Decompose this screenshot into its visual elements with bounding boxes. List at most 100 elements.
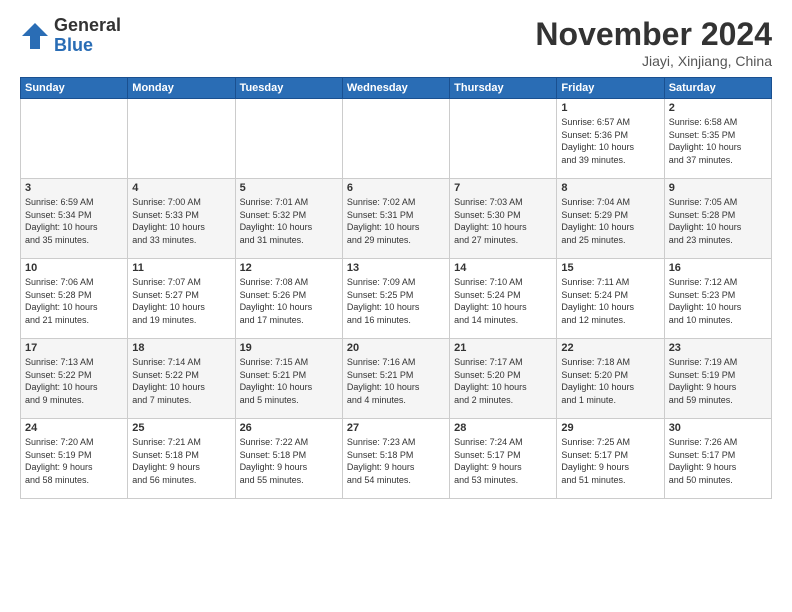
calendar-cell: 23 Sunrise: 7:19 AMSunset: 5:19 PMDayligh… [664,339,771,419]
day-info: Sunrise: 7:03 AMSunset: 5:30 PMDaylight:… [454,196,552,246]
day-number: 27 [347,422,445,434]
day-info: Sunrise: 7:23 AMSunset: 5:18 PMDaylight:… [347,436,445,486]
day-info: Sunrise: 7:14 AMSunset: 5:22 PMDaylight:… [132,356,230,406]
day-number: 11 [132,262,230,274]
calendar-cell: 26Sunrise: 7:22 AMSunset: 5:18 PMDayligh… [235,419,342,499]
calendar-cell: 30 Sunrise: 7:26 AMSunset: 5:17 PMDayligh… [664,419,771,499]
calendar-header: SundayMondayTuesdayWednesdayThursdayFrid… [21,78,772,99]
day-number: 19 [240,342,338,354]
day-info: Sunrise: 7:19 AMSunset: 5:19 PMDaylight:… [669,356,767,406]
logo-icon [20,21,50,51]
day-number: 29 [561,422,659,434]
calendar-cell: 22Sunrise: 7:18 AMSunset: 5:20 PMDayligh… [557,339,664,419]
week-row-2: 3 Sunrise: 6:59 AMSunset: 5:34 PMDaylight… [21,179,772,259]
calendar-table: SundayMondayTuesdayWednesdayThursdayFrid… [20,77,772,499]
location: Jiayi, Xinjiang, China [535,53,772,69]
day-info: Sunrise: 7:20 AMSunset: 5:19 PMDaylight:… [25,436,123,486]
calendar-cell: 10 Sunrise: 7:06 AMSunset: 5:28 PMDayligh… [21,259,128,339]
day-info: Sunrise: 6:58 AMSunset: 5:35 PMDaylight:… [669,116,767,166]
day-info: Sunrise: 7:26 AMSunset: 5:17 PMDaylight:… [669,436,767,486]
day-number: 18 [132,342,230,354]
calendar-cell: 4 Sunrise: 7:00 AMSunset: 5:33 PMDaylight… [128,179,235,259]
calendar-cell: 24 Sunrise: 7:20 AMSunset: 5:19 PMDayligh… [21,419,128,499]
day-number: 1 [561,102,659,114]
day-number: 3 [25,182,123,194]
day-number: 6 [347,182,445,194]
day-info: Sunrise: 7:11 AMSunset: 5:24 PMDaylight:… [561,276,659,326]
day-info: Sunrise: 6:59 AMSunset: 5:34 PMDaylight:… [25,196,123,246]
day-number: 30 [669,422,767,434]
calendar-cell: 12Sunrise: 7:08 AMSunset: 5:26 PMDayligh… [235,259,342,339]
header-day-friday: Friday [557,78,664,99]
header-day-saturday: Saturday [664,78,771,99]
day-info: Sunrise: 7:08 AMSunset: 5:26 PMDaylight:… [240,276,338,326]
header-day-thursday: Thursday [450,78,557,99]
week-row-1: 1 Sunrise: 6:57 AMSunset: 5:36 PMDaylight… [21,99,772,179]
day-number: 24 [25,422,123,434]
day-number: 2 [669,102,767,114]
day-number: 14 [454,262,552,274]
day-number: 4 [132,182,230,194]
calendar-cell: 18 Sunrise: 7:14 AMSunset: 5:22 PMDayligh… [128,339,235,419]
day-number: 9 [669,182,767,194]
day-info: Sunrise: 7:25 AMSunset: 5:17 PMDaylight:… [561,436,659,486]
calendar-cell: 15Sunrise: 7:11 AMSunset: 5:24 PMDayligh… [557,259,664,339]
calendar-cell [450,99,557,179]
day-number: 25 [132,422,230,434]
header: General Blue November 2024 Jiayi, Xinjia… [20,16,772,69]
calendar-cell: 29 Sunrise: 7:25 AMSunset: 5:17 PMDayligh… [557,419,664,499]
day-info: Sunrise: 7:00 AMSunset: 5:33 PMDaylight:… [132,196,230,246]
day-number: 28 [454,422,552,434]
day-info: Sunrise: 7:09 AMSunset: 5:25 PMDaylight:… [347,276,445,326]
page: General Blue November 2024 Jiayi, Xinjia… [0,0,792,612]
day-info: Sunrise: 7:05 AMSunset: 5:28 PMDaylight:… [669,196,767,246]
day-number: 10 [25,262,123,274]
day-number: 5 [240,182,338,194]
day-info: Sunrise: 6:57 AMSunset: 5:36 PMDaylight:… [561,116,659,166]
calendar-cell: 16Sunrise: 7:12 AMSunset: 5:23 PMDayligh… [664,259,771,339]
calendar-cell: 3 Sunrise: 6:59 AMSunset: 5:34 PMDaylight… [21,179,128,259]
calendar-cell [235,99,342,179]
header-row: SundayMondayTuesdayWednesdayThursdayFrid… [21,78,772,99]
logo-blue: Blue [54,36,121,56]
header-day-tuesday: Tuesday [235,78,342,99]
calendar-cell: 11 Sunrise: 7:07 AMSunset: 5:27 PMDayligh… [128,259,235,339]
calendar-cell: 20Sunrise: 7:16 AMSunset: 5:21 PMDayligh… [342,339,449,419]
logo: General Blue [20,16,121,56]
header-day-monday: Monday [128,78,235,99]
calendar-cell [128,99,235,179]
week-row-3: 10 Sunrise: 7:06 AMSunset: 5:28 PMDayligh… [21,259,772,339]
calendar-cell: 13 Sunrise: 7:09 AMSunset: 5:25 PMDayligh… [342,259,449,339]
day-info: Sunrise: 7:18 AMSunset: 5:20 PMDaylight:… [561,356,659,406]
calendar-cell: 6 Sunrise: 7:02 AMSunset: 5:31 PMDaylight… [342,179,449,259]
header-day-wednesday: Wednesday [342,78,449,99]
day-info: Sunrise: 7:04 AMSunset: 5:29 PMDaylight:… [561,196,659,246]
day-info: Sunrise: 7:15 AMSunset: 5:21 PMDaylight:… [240,356,338,406]
day-info: Sunrise: 7:06 AMSunset: 5:28 PMDaylight:… [25,276,123,326]
calendar-cell: 19 Sunrise: 7:15 AMSunset: 5:21 PMDayligh… [235,339,342,419]
day-info: Sunrise: 7:02 AMSunset: 5:31 PMDaylight:… [347,196,445,246]
week-row-4: 17Sunrise: 7:13 AMSunset: 5:22 PMDayligh… [21,339,772,419]
header-day-sunday: Sunday [21,78,128,99]
day-number: 13 [347,262,445,274]
month-title: November 2024 [535,16,772,53]
calendar-cell: 27 Sunrise: 7:23 AMSunset: 5:18 PMDayligh… [342,419,449,499]
day-info: Sunrise: 7:21 AMSunset: 5:18 PMDaylight:… [132,436,230,486]
calendar-cell: 5Sunrise: 7:01 AMSunset: 5:32 PMDaylight… [235,179,342,259]
day-info: Sunrise: 7:17 AMSunset: 5:20 PMDaylight:… [454,356,552,406]
calendar-cell: 1 Sunrise: 6:57 AMSunset: 5:36 PMDaylight… [557,99,664,179]
title-block: November 2024 Jiayi, Xinjiang, China [535,16,772,69]
day-number: 26 [240,422,338,434]
calendar-cell: 28Sunrise: 7:24 AMSunset: 5:17 PMDayligh… [450,419,557,499]
logo-text: General Blue [54,16,121,56]
day-number: 21 [454,342,552,354]
calendar-cell: 25 Sunrise: 7:21 AMSunset: 5:18 PMDayligh… [128,419,235,499]
day-number: 23 [669,342,767,354]
day-number: 17 [25,342,123,354]
day-info: Sunrise: 7:07 AMSunset: 5:27 PMDaylight:… [132,276,230,326]
day-number: 20 [347,342,445,354]
logo-general: General [54,16,121,36]
calendar-cell: 8Sunrise: 7:04 AMSunset: 5:29 PMDaylight… [557,179,664,259]
calendar-body: 1 Sunrise: 6:57 AMSunset: 5:36 PMDaylight… [21,99,772,499]
week-row-5: 24 Sunrise: 7:20 AMSunset: 5:19 PMDayligh… [21,419,772,499]
